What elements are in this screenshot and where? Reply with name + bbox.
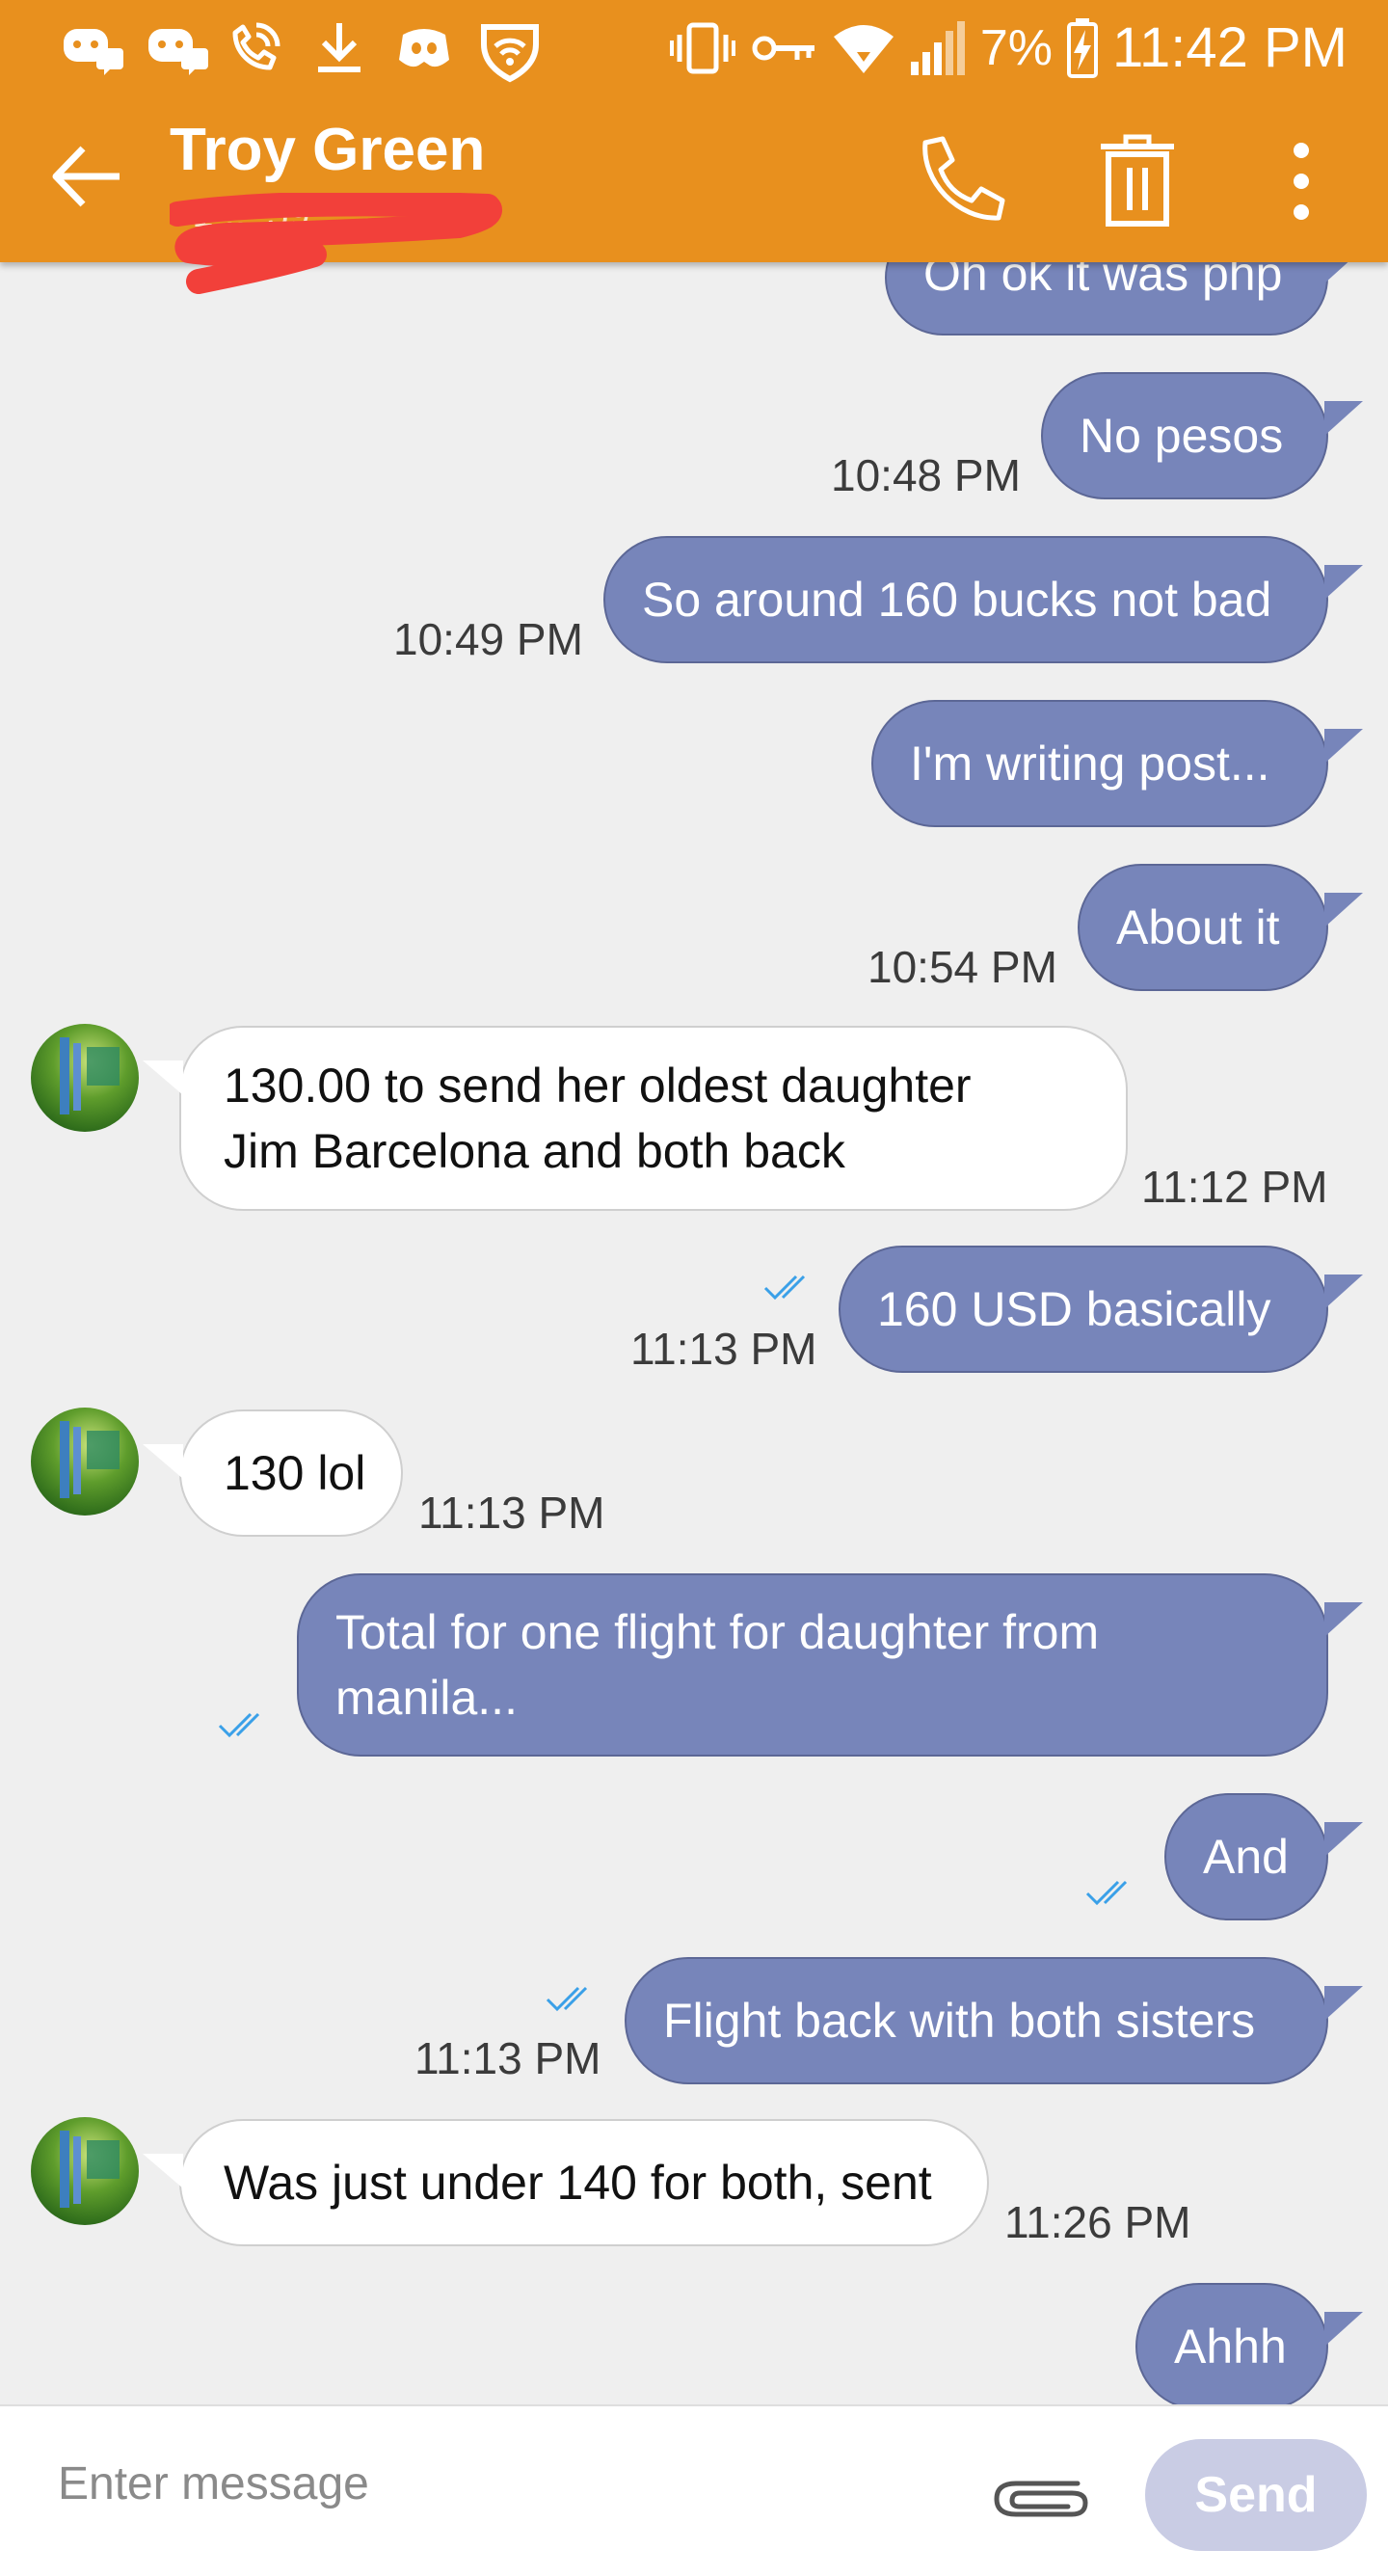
message-bubble-incoming[interactable]: 130.00 to send her oldest daughter Jim B… (143, 1026, 1128, 1211)
trash-icon[interactable] (1089, 133, 1186, 229)
message-bubble-outgoing[interactable]: Ahhh (1135, 2283, 1363, 2410)
phone-icon[interactable] (914, 133, 1010, 229)
message-timestamp: 10:49 PM (393, 614, 583, 664)
discord-chat-icon (60, 19, 127, 77)
message-bubble-outgoing[interactable]: So around 160 bucks not bad (603, 536, 1363, 663)
message-bubble-outgoing[interactable]: And (1164, 1793, 1363, 1920)
message-text-line: Jim Barcelona and both back (224, 1124, 845, 1178)
message-text: No pesos (1080, 409, 1284, 463)
message-text: 160 USD basically (877, 1282, 1271, 1336)
message-text: I'm writing post... (910, 737, 1270, 791)
message-text-line: manila... (335, 1671, 518, 1725)
status-right: 7% 11:42 PM (668, 13, 1348, 83)
vibrate-icon (669, 22, 735, 74)
read-receipt-icon (218, 1712, 260, 1738)
discord-chat-icon (145, 19, 212, 77)
app-header: 7% 11:42 PM Troy Green +1 ... 59 (0, 0, 1388, 294)
message-text-line: Total for one flight for daughter from (335, 1605, 1100, 1659)
message-bubble-incoming[interactable]: Was just under 140 for both, sent (143, 2119, 989, 2246)
message-text: Was just under 140 for both, sent (224, 2156, 932, 2210)
paperclip-icon[interactable] (987, 2456, 1095, 2534)
read-receipt-icon (1085, 1880, 1128, 1906)
download-icon (310, 19, 368, 77)
signal-icon (910, 21, 965, 75)
message-bubble-outgoing[interactable]: 160 USD basically (839, 1246, 1363, 1373)
message-input[interactable] (58, 2445, 925, 2522)
message-bubble-outgoing[interactable]: I'm writing post... (871, 700, 1363, 827)
key-icon (752, 36, 814, 61)
message-timestamp: 11:13 PM (418, 1488, 605, 1538)
message-bubble-incoming[interactable]: 130 lol (143, 1409, 403, 1537)
vpn-shield-icon (476, 19, 544, 83)
back-arrow-icon[interactable] (48, 143, 125, 210)
message-bubble-outgoing[interactable]: Flight back with both sisters (625, 1957, 1363, 2084)
message-text: And (1203, 1830, 1289, 1884)
battery-percent: 7% (979, 20, 1054, 76)
message-timestamp: 10:54 PM (868, 942, 1057, 992)
read-receipt-icon (546, 1986, 588, 2012)
battery-charging-icon (1067, 18, 1099, 78)
message-bubble-outgoing[interactable]: Total for one flight for daughter from m… (297, 1573, 1363, 1757)
message-timestamp: 11:26 PM (1004, 2197, 1191, 2247)
message-timestamp: 11:13 PM (414, 2033, 601, 2083)
message-list[interactable]: Oh ok it was php No pesos 10:48 PM So ar… (0, 0, 1388, 2576)
message-text: About it (1116, 900, 1280, 954)
wifi-icon (833, 25, 894, 73)
message-text-line: 130.00 to send her oldest daughter (224, 1059, 972, 1113)
message-composer: Send (0, 2404, 1388, 2576)
contact-avatar[interactable] (31, 2117, 139, 2225)
more-vert-icon[interactable] (1272, 133, 1330, 229)
message-text: So around 160 bucks not bad (642, 573, 1272, 627)
send-button[interactable]: Send (1145, 2439, 1367, 2551)
message-bubble-outgoing[interactable]: About it (1078, 864, 1363, 991)
message-text: Flight back with both sisters (663, 1994, 1256, 2048)
message-timestamp: 11:13 PM (630, 1324, 817, 1374)
read-receipt-icon (763, 1275, 806, 1301)
contact-avatar[interactable] (31, 1024, 139, 1132)
status-clock: 11:42 PM (1112, 16, 1348, 79)
message-timestamp: 11:12 PM (1141, 1162, 1328, 1212)
contact-name: Troy Green (170, 117, 486, 183)
message-text: 130 lol (224, 1446, 366, 1500)
redaction-scribble (170, 193, 502, 294)
message-text: Ahhh (1174, 2320, 1287, 2374)
message-timestamp: 10:48 PM (831, 450, 1021, 500)
discord-icon (395, 19, 453, 77)
status-bar: 7% 11:42 PM (0, 0, 1388, 96)
contact-avatar[interactable] (31, 1408, 139, 1516)
wifi-call-icon (226, 19, 283, 77)
message-bubble-outgoing[interactable]: No pesos (1041, 372, 1363, 499)
